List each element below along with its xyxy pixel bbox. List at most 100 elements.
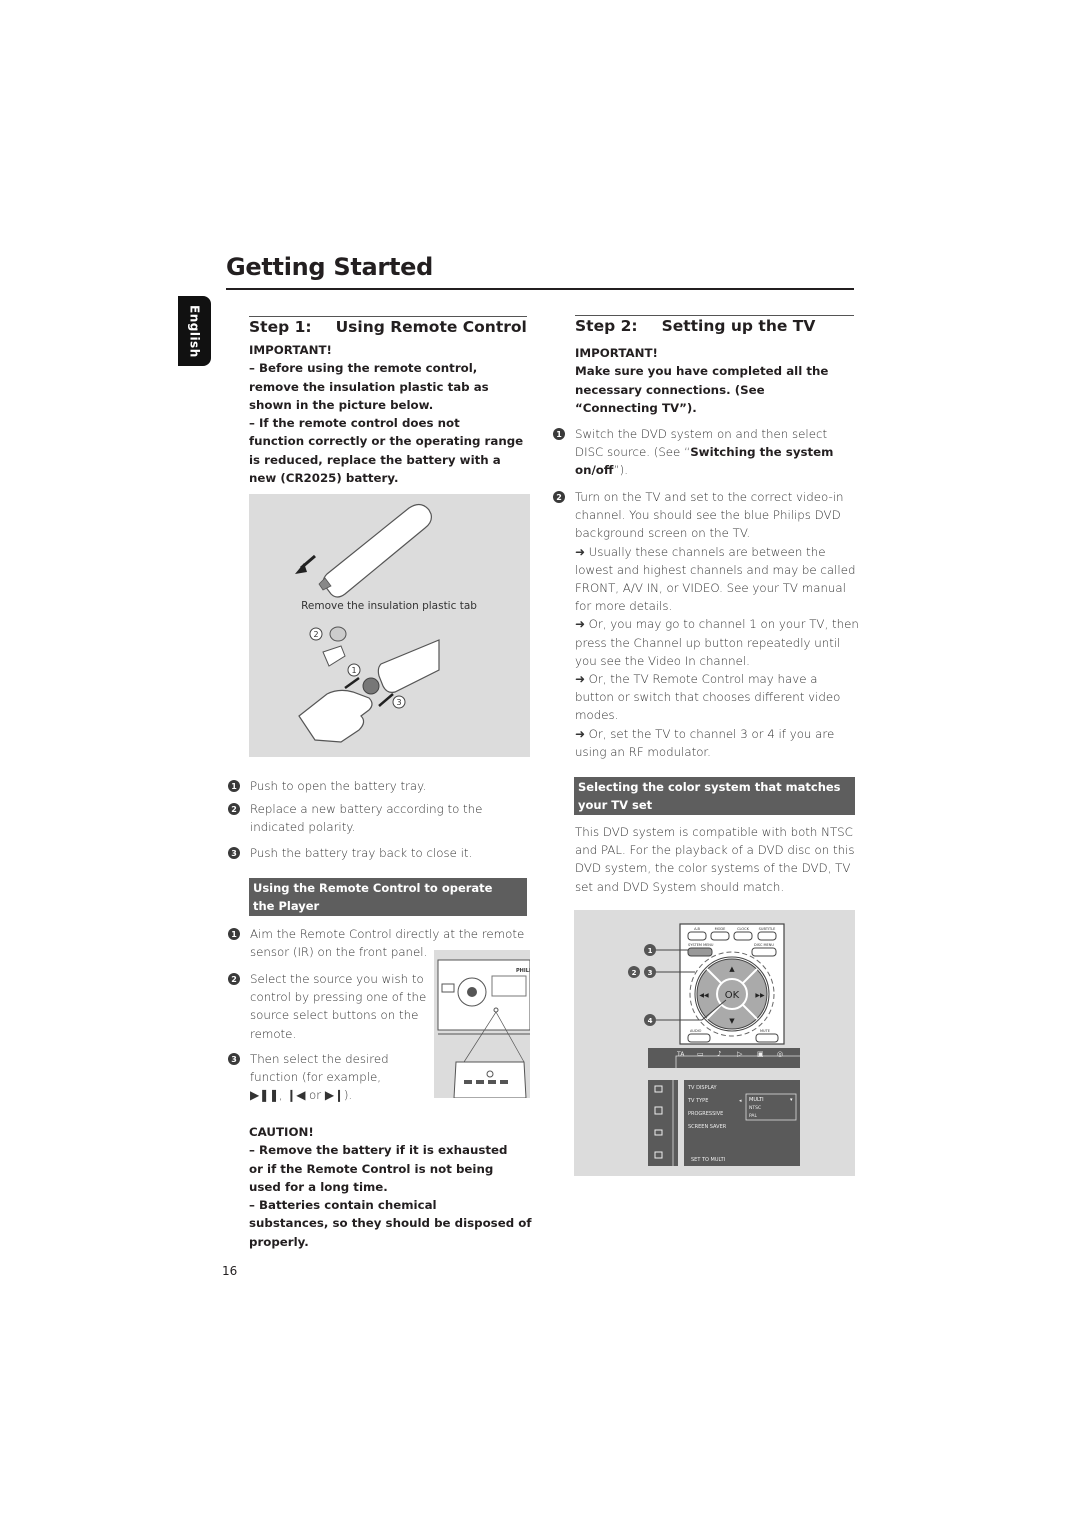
important-line: remove the insulation plastic tab as xyxy=(249,379,489,394)
ir-sensor-icon xyxy=(493,1007,499,1013)
paragraph-line: set and DVD System should match. xyxy=(575,879,785,894)
step-number-badge: 1 xyxy=(228,928,240,940)
step-text-line: ➜ Or, set the TV to channel 3 or 4 if yo… xyxy=(575,726,835,741)
osd-menu-item: PROGRESSIVE xyxy=(688,1111,723,1117)
important-line: shown in the picture below. xyxy=(249,397,434,412)
step-text-line: indicated polarity. xyxy=(250,820,356,835)
up-arrow-icon: ▲ xyxy=(729,965,735,973)
label-ab: A-B xyxy=(694,927,700,931)
display-window xyxy=(491,975,527,997)
language-label: English xyxy=(187,304,202,358)
caution-line: – Remove the battery if it is exhausted xyxy=(249,1143,508,1158)
down-arrow-icon: ▼ xyxy=(729,1017,735,1025)
power-button-icon xyxy=(441,983,455,993)
svg-text:3: 3 xyxy=(396,698,401,707)
remote-bottom-icon xyxy=(377,639,440,693)
disc-menu-button xyxy=(751,947,777,957)
step2-number: Step 2: xyxy=(575,317,638,335)
step1-title: Using Remote Control xyxy=(335,318,527,336)
osd-option: NTSC xyxy=(749,1105,761,1111)
step-text: Turn on the TV and set to the correct vi… xyxy=(575,488,859,761)
step-text-line: ▶❚❚, ❙◀ or ▶❙). xyxy=(250,1088,353,1103)
svg-text:2: 2 xyxy=(632,969,637,977)
step-text-line: Turn on the TV and set to the correct vi… xyxy=(575,490,844,504)
remote-osd-illustration: A-B MODE CLOCK SUBTITLE SYSTEM MENU DISC… xyxy=(628,923,800,1166)
step-text: Select the source you wish to control by… xyxy=(250,970,426,1043)
osd-top-icon: TA xyxy=(676,1051,685,1058)
color-system-paragraph: This DVD system is compatible with both … xyxy=(575,823,855,896)
step-text-line: DISC source. (See “Switching the system xyxy=(575,443,833,461)
step-text: Then select the desired function (for ex… xyxy=(250,1050,389,1105)
paragraph-line: This DVD system is compatible with both … xyxy=(575,825,853,839)
step-text-line: on/off”). xyxy=(575,461,833,479)
important-line: Make sure you have completed all the xyxy=(575,364,829,379)
battery-figure: Remove the insulation plastic tab 2 1 3 xyxy=(249,494,530,757)
important-line: – If the remote control does not xyxy=(249,416,460,431)
dvd-player-illustration: PHILIPS xyxy=(437,959,538,1099)
step-text-line: channel. You should see the blue Philips… xyxy=(575,508,841,523)
mute-button xyxy=(755,1033,779,1043)
step1-number: Step 1: xyxy=(249,318,312,336)
svg-text:4: 4 xyxy=(648,1017,653,1025)
osd-option-selected: MULTI xyxy=(749,1097,764,1103)
text-span: DISC source. (See “ xyxy=(575,445,691,460)
step2-important: IMPORTANT! Make sure you have completed … xyxy=(575,344,828,417)
important-line: – Before using the remote control, xyxy=(249,361,478,376)
label-system-menu: SYSTEM MENU xyxy=(688,943,714,947)
forward-icon: ▶▶ xyxy=(755,992,765,999)
caution-line: substances, so they should be disposed o… xyxy=(249,1216,532,1231)
system-menu-button xyxy=(687,947,713,957)
step-text-line: lowest and highest channels and may be c… xyxy=(575,562,856,577)
step-text-line: control by pressing one of the xyxy=(250,990,427,1005)
important-label: IMPORTANT! xyxy=(249,343,332,357)
svg-text:2: 2 xyxy=(313,630,318,639)
label-clock: CLOCK xyxy=(737,927,749,931)
step-text-line: press the Channel up button repeatedly u… xyxy=(575,635,841,650)
step-text-line: Aim the Remote Control directly at the r… xyxy=(250,927,525,941)
text-span: ”). xyxy=(613,463,628,478)
section-heading-line: Using the Remote Control to operate xyxy=(253,881,493,895)
osd-top-icon: ▷ xyxy=(737,1050,743,1058)
step-text-line: ➜ Usually these channels are between the xyxy=(575,544,826,559)
important-line: new (CR2025) battery. xyxy=(249,471,399,486)
step1-important: IMPORTANT! – Before using the remote con… xyxy=(249,341,523,487)
step-number-badge: 3 xyxy=(228,847,240,859)
step-number-badge: 2 xyxy=(228,803,240,815)
label-subtitle: SUBTITLE xyxy=(759,927,776,931)
svg-text:3: 3 xyxy=(648,969,653,977)
caution-line: or if the Remote Control is not being xyxy=(249,1161,494,1176)
osd-menu: TV DISPLAY TV TYPE PROGRESSIVE SCREEN SA… xyxy=(648,1080,800,1166)
caution-label: CAUTION! xyxy=(249,1125,314,1139)
important-label: IMPORTANT! xyxy=(575,346,658,360)
ir-sensor-figure: PHILIPS xyxy=(434,950,538,1099)
step-text-line: for more details. xyxy=(575,599,673,614)
step-number-badge: 3 xyxy=(228,1053,240,1065)
step-text-line: you see the Video In channel. xyxy=(575,653,750,668)
title-divider xyxy=(226,288,854,290)
step-text-line: ➜ Or, you may go to channel 1 on your TV… xyxy=(575,617,859,632)
step-text-line: modes. xyxy=(575,708,619,723)
battery-icon: 2 xyxy=(309,626,347,667)
osd-top-icon: ♪ xyxy=(717,1050,721,1058)
step-text-line: Select the source you wish to xyxy=(250,972,424,986)
step-text-line: source select buttons on the xyxy=(250,1008,419,1023)
battery-illustration: Remove the insulation plastic tab 2 1 3 xyxy=(295,503,477,743)
figure-caption: Remove the insulation plastic tab xyxy=(301,600,477,612)
step-text-line: ➜ Or, the TV Remote Control may have a xyxy=(575,672,818,687)
svg-text:1: 1 xyxy=(648,947,653,955)
step2-title: Setting up the TV xyxy=(661,317,816,335)
step-number-badge: 2 xyxy=(553,491,565,503)
section-heading-operate: Using the Remote Control to operate the … xyxy=(249,878,527,916)
label-mode: MODE xyxy=(715,927,726,931)
paragraph-line: and PAL. For the playback of a DVD disc … xyxy=(575,843,855,858)
caution-line: – Batteries contain chemical xyxy=(249,1198,437,1213)
remote-control-icon: A-B MODE CLOCK SUBTITLE SYSTEM MENU DISC… xyxy=(679,923,785,1045)
step-text: Push the battery tray back to close it. xyxy=(250,846,473,860)
step-text: Push to open the battery tray. xyxy=(250,779,427,793)
label-mute: MUTE xyxy=(760,1029,770,1033)
label-disc-menu: DISC MENU xyxy=(754,943,774,947)
caution-block: CAUTION! – Remove the battery if it is e… xyxy=(249,1123,532,1251)
step-text-line: button or switch that chooses different … xyxy=(575,690,841,705)
step-text-line: Then select the desired xyxy=(250,1052,389,1066)
svg-text:OK: OK xyxy=(725,990,740,1001)
